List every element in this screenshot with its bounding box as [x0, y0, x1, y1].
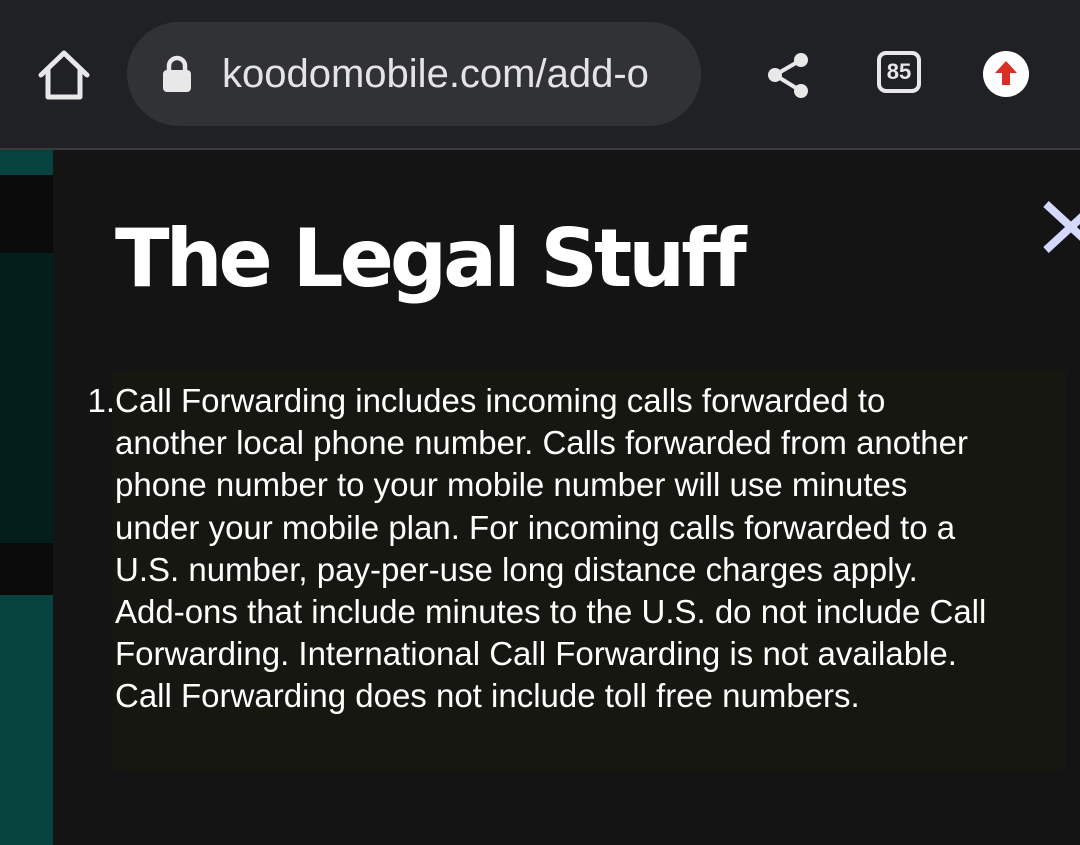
address-bar[interactable]: koodomobile.com/add-o — [127, 22, 701, 126]
legal-item: 1. Call Forwarding includes incoming cal… — [73, 380, 993, 718]
tab-count: 85 — [886, 59, 912, 84]
home-button[interactable] — [36, 48, 92, 102]
update-arrow-icon — [995, 61, 1017, 85]
legal-item-text: Call Forwarding includes incoming calls … — [115, 382, 987, 715]
legal-modal: The Legal Stuff 1. Call Forwarding inclu… — [53, 150, 1080, 845]
modal-title: The Legal Stuff — [115, 212, 747, 305]
background-page — [0, 150, 53, 845]
legal-list: 1. Call Forwarding includes incoming cal… — [73, 380, 993, 718]
url-text: koodomobile.com/add-o — [222, 52, 649, 96]
close-button[interactable] — [1038, 198, 1080, 256]
share-button[interactable] — [763, 50, 815, 102]
tab-switcher-button[interactable]: 85 — [877, 51, 921, 93]
close-icon — [1043, 201, 1080, 253]
update-button[interactable] — [983, 51, 1029, 97]
browser-toolbar: koodomobile.com/add-o 85 — [0, 0, 1080, 150]
legal-item-number: 1. — [87, 382, 115, 419]
lock-icon — [163, 55, 191, 92]
share-icon — [768, 53, 808, 98]
home-icon — [38, 50, 90, 100]
